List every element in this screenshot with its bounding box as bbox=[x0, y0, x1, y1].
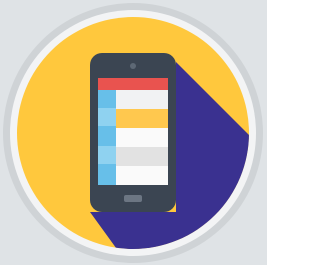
screen-row bbox=[116, 90, 168, 109]
app-icon-graphic bbox=[0, 0, 267, 265]
screen-row-highlight bbox=[116, 109, 168, 128]
screen-row bbox=[116, 166, 168, 185]
phone-screen bbox=[98, 78, 168, 185]
screen-row bbox=[116, 128, 168, 147]
sidebar-tile bbox=[98, 108, 116, 126]
camera-icon bbox=[130, 63, 136, 69]
home-button-icon bbox=[124, 195, 142, 202]
status-bar bbox=[98, 78, 168, 90]
app-icon-stage bbox=[0, 0, 267, 265]
screen-sidebar bbox=[98, 90, 116, 185]
smartphone-icon bbox=[90, 53, 176, 212]
screen-row bbox=[116, 147, 168, 166]
sidebar-tile bbox=[98, 146, 116, 164]
